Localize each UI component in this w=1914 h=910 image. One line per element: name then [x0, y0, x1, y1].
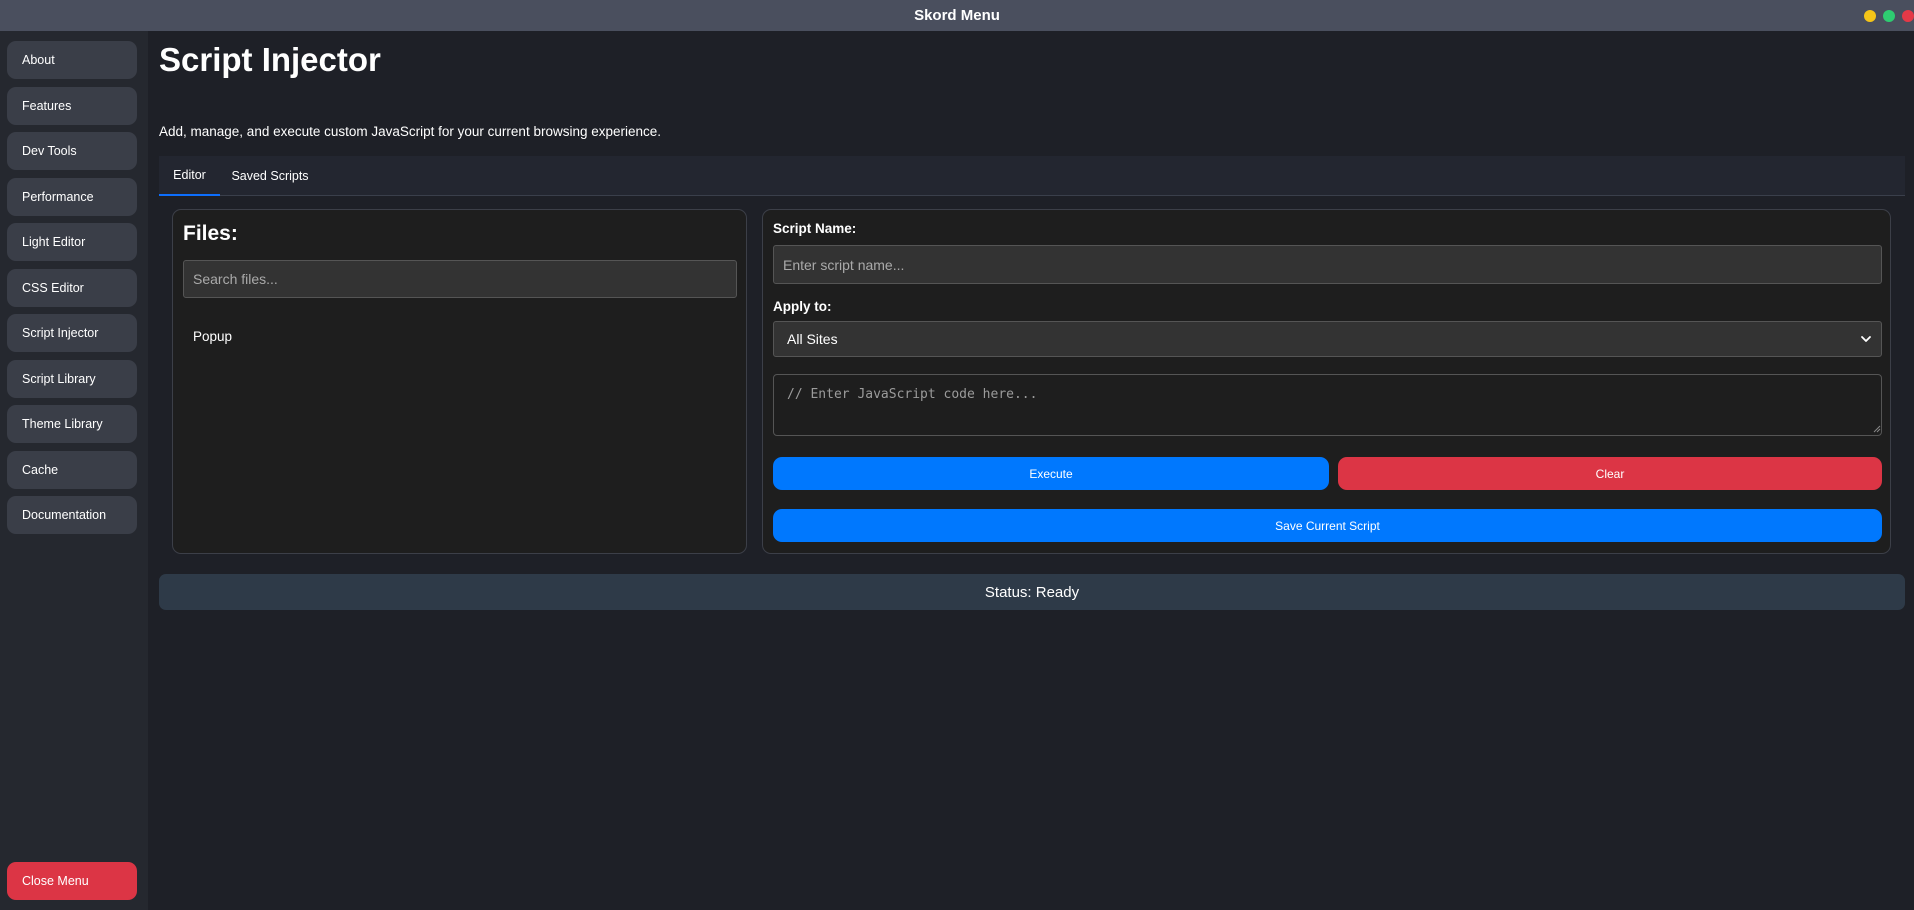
file-item-popup[interactable]: Popup	[183, 324, 735, 348]
window-title: Skord Menu	[914, 7, 1000, 24]
window-controls	[1864, 0, 1914, 31]
page-title: Script Injector	[159, 41, 381, 78]
tab-saved-scripts[interactable]: Saved Scripts	[220, 156, 320, 196]
page-description: Add, manage, and execute custom JavaScri…	[159, 124, 662, 139]
tab-label: Editor	[173, 168, 206, 182]
status-text: Status: Ready	[984, 583, 1080, 601]
chevron-down-icon	[1861, 336, 1871, 342]
sidebar-item-dev-tools[interactable]: Dev Tools	[7, 132, 137, 170]
sidebar-item-label: Documentation	[22, 508, 107, 522]
sidebar-item-label: CSS Editor	[22, 281, 84, 295]
script-name-input[interactable]	[773, 245, 1882, 284]
sidebar-item-features[interactable]: Features	[7, 87, 137, 125]
sidebar-item-light-editor[interactable]: Light Editor	[7, 223, 137, 261]
main-content: Script Injector Add, manage, and execute…	[148, 31, 1914, 910]
sidebar-item-performance[interactable]: Performance	[7, 178, 137, 216]
sidebar-item-label: Theme Library	[22, 417, 103, 431]
apply-to-selected-value: All Sites	[787, 331, 838, 347]
script-name-label: Script Name:	[773, 221, 857, 236]
sidebar-item-label: Script Injector	[22, 326, 99, 340]
files-heading: Files:	[183, 222, 238, 245]
maximize-button[interactable]	[1883, 9, 1895, 22]
tab-bar: Editor Saved Scripts	[159, 156, 1905, 196]
sidebar-item-about[interactable]: About	[7, 41, 137, 79]
files-panel: Files: Popup	[172, 209, 747, 554]
status-bar: Status: Ready	[159, 574, 1905, 610]
apply-to-label: Apply to:	[773, 299, 832, 314]
title-bar: Skord Menu	[0, 0, 1914, 31]
clear-button[interactable]: Clear	[1338, 457, 1882, 490]
sidebar-item-theme-library[interactable]: Theme Library	[7, 405, 137, 443]
sidebar-item-label: Script Library	[22, 372, 96, 386]
tab-editor[interactable]: Editor	[159, 156, 220, 196]
sidebar-item-label: Cache	[22, 463, 59, 477]
sidebar-item-script-library[interactable]: Script Library	[7, 360, 137, 398]
sidebar-item-css-editor[interactable]: CSS Editor	[7, 269, 137, 307]
sidebar-item-label: Features	[22, 99, 72, 113]
sidebar-item-label: About	[22, 53, 55, 67]
execute-button[interactable]: Execute	[773, 457, 1329, 490]
save-current-script-button[interactable]: Save Current Script	[773, 509, 1882, 542]
sidebar: About Features Dev Tools Performance Lig…	[0, 31, 148, 910]
close-menu-label: Close Menu	[22, 874, 89, 888]
close-window-button[interactable]	[1902, 9, 1914, 22]
sidebar-item-cache[interactable]: Cache	[7, 451, 137, 489]
tab-label: Saved Scripts	[231, 169, 309, 183]
minimize-button[interactable]	[1864, 9, 1876, 22]
editor-panel: Script Name: Apply to: All Sites Execute…	[762, 209, 1891, 554]
code-editor[interactable]	[773, 374, 1882, 436]
sidebar-item-label: Light Editor	[22, 235, 86, 249]
resize-handle-icon[interactable]	[1873, 425, 1881, 433]
close-menu-button[interactable]: Close Menu	[7, 862, 137, 900]
sidebar-item-label: Performance	[22, 190, 94, 204]
sidebar-item-label: Dev Tools	[22, 144, 77, 158]
apply-to-select[interactable]: All Sites	[773, 321, 1882, 357]
sidebar-item-script-injector[interactable]: Script Injector	[7, 314, 137, 352]
sidebar-item-documentation[interactable]: Documentation	[7, 496, 137, 534]
search-files-input[interactable]	[183, 260, 737, 298]
file-item-label: Popup	[193, 328, 233, 344]
